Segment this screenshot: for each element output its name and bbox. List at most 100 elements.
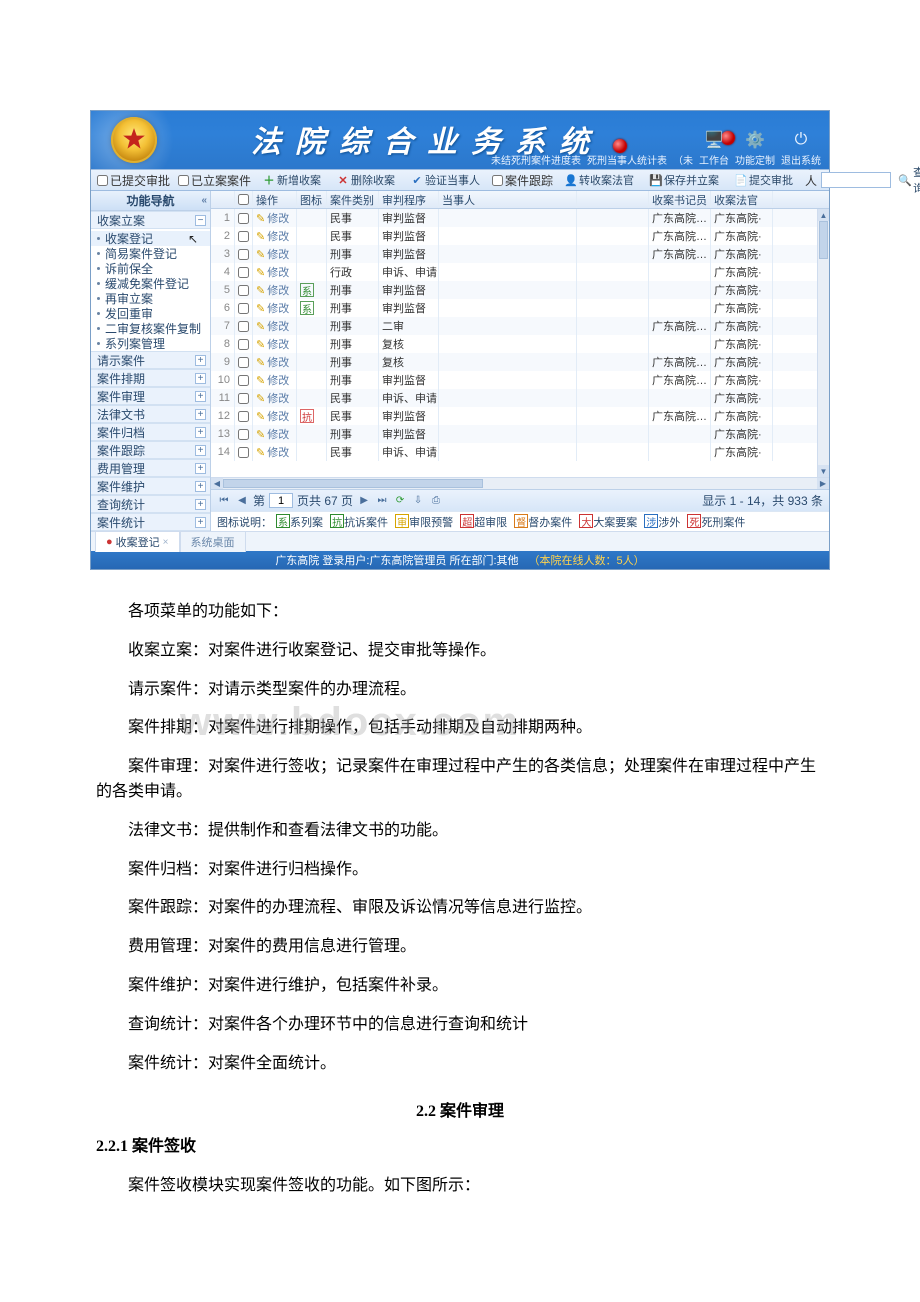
nav-exit[interactable]: ⏻退出系统 — [781, 129, 821, 167]
cell-check[interactable] — [235, 389, 253, 407]
cell-action[interactable]: ✎修改 — [253, 371, 297, 389]
plus-icon[interactable]: + — [195, 517, 206, 528]
scroll-thumb[interactable] — [223, 479, 483, 488]
nav-stats[interactable]: 死刑当事人统计表 — [587, 152, 667, 167]
cell-action[interactable]: ✎修改 — [253, 425, 297, 443]
cell-check[interactable] — [235, 317, 253, 335]
table-row[interactable]: 13✎修改刑事审判监督广东高院· — [211, 425, 829, 443]
plus-icon[interactable]: + — [195, 481, 206, 492]
scroll-right-icon[interactable]: ▶ — [817, 478, 829, 489]
sidebar-group-maintain[interactable]: 案件维护+ — [91, 477, 210, 495]
cell-action[interactable]: ✎修改 — [253, 443, 297, 461]
plus-icon[interactable]: + — [195, 463, 206, 474]
plus-icon[interactable]: + — [195, 391, 206, 402]
cell-action[interactable]: ✎修改 — [253, 245, 297, 263]
sidebar-item-retrial[interactable]: 再审立案 — [91, 291, 210, 306]
table-row[interactable]: 12✎修改抗民事审判监督广东高院…广东高院· — [211, 407, 829, 425]
table-row[interactable]: 3✎修改刑事审判监督广东高院…广东高院· — [211, 245, 829, 263]
sidebar-item-waiver[interactable]: 缓减免案件登记 — [91, 276, 210, 291]
cell-check[interactable] — [235, 281, 253, 299]
plus-icon[interactable]: + — [195, 427, 206, 438]
cell-check[interactable] — [235, 407, 253, 425]
vertical-scrollbar[interactable]: ▲ ▼ — [817, 209, 829, 477]
pager-last[interactable]: ⏭ — [375, 494, 389, 508]
pager-prev[interactable]: ◀ — [235, 494, 249, 508]
close-icon[interactable]: × — [163, 537, 169, 548]
tab-desktop[interactable]: 系统桌面 — [180, 531, 246, 552]
plus-icon[interactable]: + — [195, 499, 206, 510]
pager-export[interactable]: ⇩ — [411, 494, 425, 508]
cell-action[interactable]: ✎修改 — [253, 335, 297, 353]
cell-check[interactable] — [235, 245, 253, 263]
cell-check[interactable] — [235, 443, 253, 461]
sidebar-group-fees[interactable]: 费用管理+ — [91, 459, 210, 477]
chk-filed[interactable]: 已立案案件 — [178, 172, 251, 189]
pager-first[interactable]: ⏮ — [217, 494, 231, 508]
minus-icon[interactable]: − — [195, 215, 206, 226]
sidebar-group-archive[interactable]: 案件归档+ — [91, 423, 210, 441]
nav-customize[interactable]: ⚙️功能定制 — [735, 129, 775, 167]
col-clerk[interactable]: 收案书记员 — [649, 191, 711, 208]
table-row[interactable]: 8✎修改刑事复核广东高院· — [211, 335, 829, 353]
scroll-up-icon[interactable]: ▲ — [818, 209, 829, 221]
col-party[interactable]: 当事人 — [439, 191, 577, 208]
cell-action[interactable]: ✎修改 — [253, 389, 297, 407]
sidebar-group-legaldoc[interactable]: 法律文书+ — [91, 405, 210, 423]
sidebar-group-stats[interactable]: 案件统计+ — [91, 513, 210, 531]
btn-verify-party[interactable]: ✔验证当事人 — [407, 171, 484, 189]
sidebar-group-query[interactable]: 查询统计+ — [91, 495, 210, 513]
cell-check[interactable] — [235, 299, 253, 317]
col-proc[interactable]: 审判程序 — [379, 191, 439, 208]
sidebar-group-inquiry[interactable]: 请示案件+ — [91, 351, 210, 369]
cell-action[interactable]: ✎修改 — [253, 407, 297, 425]
sidebar-group-track[interactable]: 案件跟踪+ — [91, 441, 210, 459]
cell-check[interactable] — [235, 371, 253, 389]
table-row[interactable]: 11✎修改民事申诉、申请广东高院· — [211, 389, 829, 407]
btn-delete-case[interactable]: ✕删除收案 — [333, 171, 399, 189]
cell-action[interactable]: ✎修改 — [253, 353, 297, 371]
cell-check[interactable] — [235, 227, 253, 245]
plus-icon[interactable]: + — [195, 409, 206, 420]
sidebar-item-remand[interactable]: 发回重审 — [91, 306, 210, 321]
table-row[interactable]: 2✎修改民事审判监督广东高院…广东高院· — [211, 227, 829, 245]
scroll-thumb[interactable] — [819, 221, 828, 259]
cell-action[interactable]: ✎修改 — [253, 281, 297, 299]
nav-workbench[interactable]: 🖥️工作台 — [699, 129, 729, 167]
table-row[interactable]: 6✎修改系刑事审判监督广东高院· — [211, 299, 829, 317]
cell-check[interactable] — [235, 209, 253, 227]
sidebar-item-register[interactable]: 收案登记↖ — [91, 231, 210, 246]
col-judge[interactable]: 收案法官 — [711, 191, 773, 208]
table-row[interactable]: 5✎修改系刑事审判监督广东高院· — [211, 281, 829, 299]
cell-action[interactable]: ✎修改 — [253, 209, 297, 227]
nav-unknown[interactable]: （未 — [673, 152, 693, 167]
sidebar-group-trial[interactable]: 案件审理+ — [91, 387, 210, 405]
cell-action[interactable]: ✎修改 — [253, 263, 297, 281]
table-row[interactable]: 7✎修改刑事二审广东高院…广东高院· — [211, 317, 829, 335]
plus-icon[interactable]: + — [195, 373, 206, 384]
btn-save-file[interactable]: 💾保存并立案 — [646, 171, 723, 189]
btn-change-judge[interactable]: 👤转收案法官 — [561, 171, 638, 189]
plus-icon[interactable]: + — [195, 355, 206, 366]
table-row[interactable]: 9✎修改刑事复核广东高院…广东高院· — [211, 353, 829, 371]
cell-action[interactable]: ✎修改 — [253, 317, 297, 335]
sidebar-item-simple[interactable]: 简易案件登记 — [91, 246, 210, 261]
cell-check[interactable] — [235, 335, 253, 353]
pager-print[interactable]: ⎙ — [429, 494, 443, 508]
btn-search[interactable]: 🔍查询 — [895, 171, 920, 189]
table-row[interactable]: 1✎修改民事审判监督广东高院…广东高院· — [211, 209, 829, 227]
collapse-icon[interactable]: « — [201, 195, 207, 206]
chk-submitted[interactable]: 已提交审批 — [97, 172, 170, 189]
btn-submit-approval[interactable]: 📄提交审批 — [731, 171, 797, 189]
scroll-down-icon[interactable]: ▼ — [818, 465, 829, 477]
sidebar-item-series[interactable]: 系列案管理 — [91, 336, 210, 351]
pager-page-input[interactable] — [269, 493, 293, 508]
col-type[interactable]: 案件类别 — [327, 191, 379, 208]
sidebar-group-intake[interactable]: 收案立案 − — [91, 211, 210, 229]
chk-track[interactable]: 案件跟踪 — [492, 172, 553, 189]
scroll-left-icon[interactable]: ◀ — [211, 478, 223, 489]
pager-next[interactable]: ▶ — [357, 494, 371, 508]
table-row[interactable]: 14✎修改民事申诉、申请广东高院· — [211, 443, 829, 461]
plus-icon[interactable]: + — [195, 445, 206, 456]
cell-action[interactable]: ✎修改 — [253, 299, 297, 317]
filter-party-input[interactable] — [821, 172, 891, 188]
